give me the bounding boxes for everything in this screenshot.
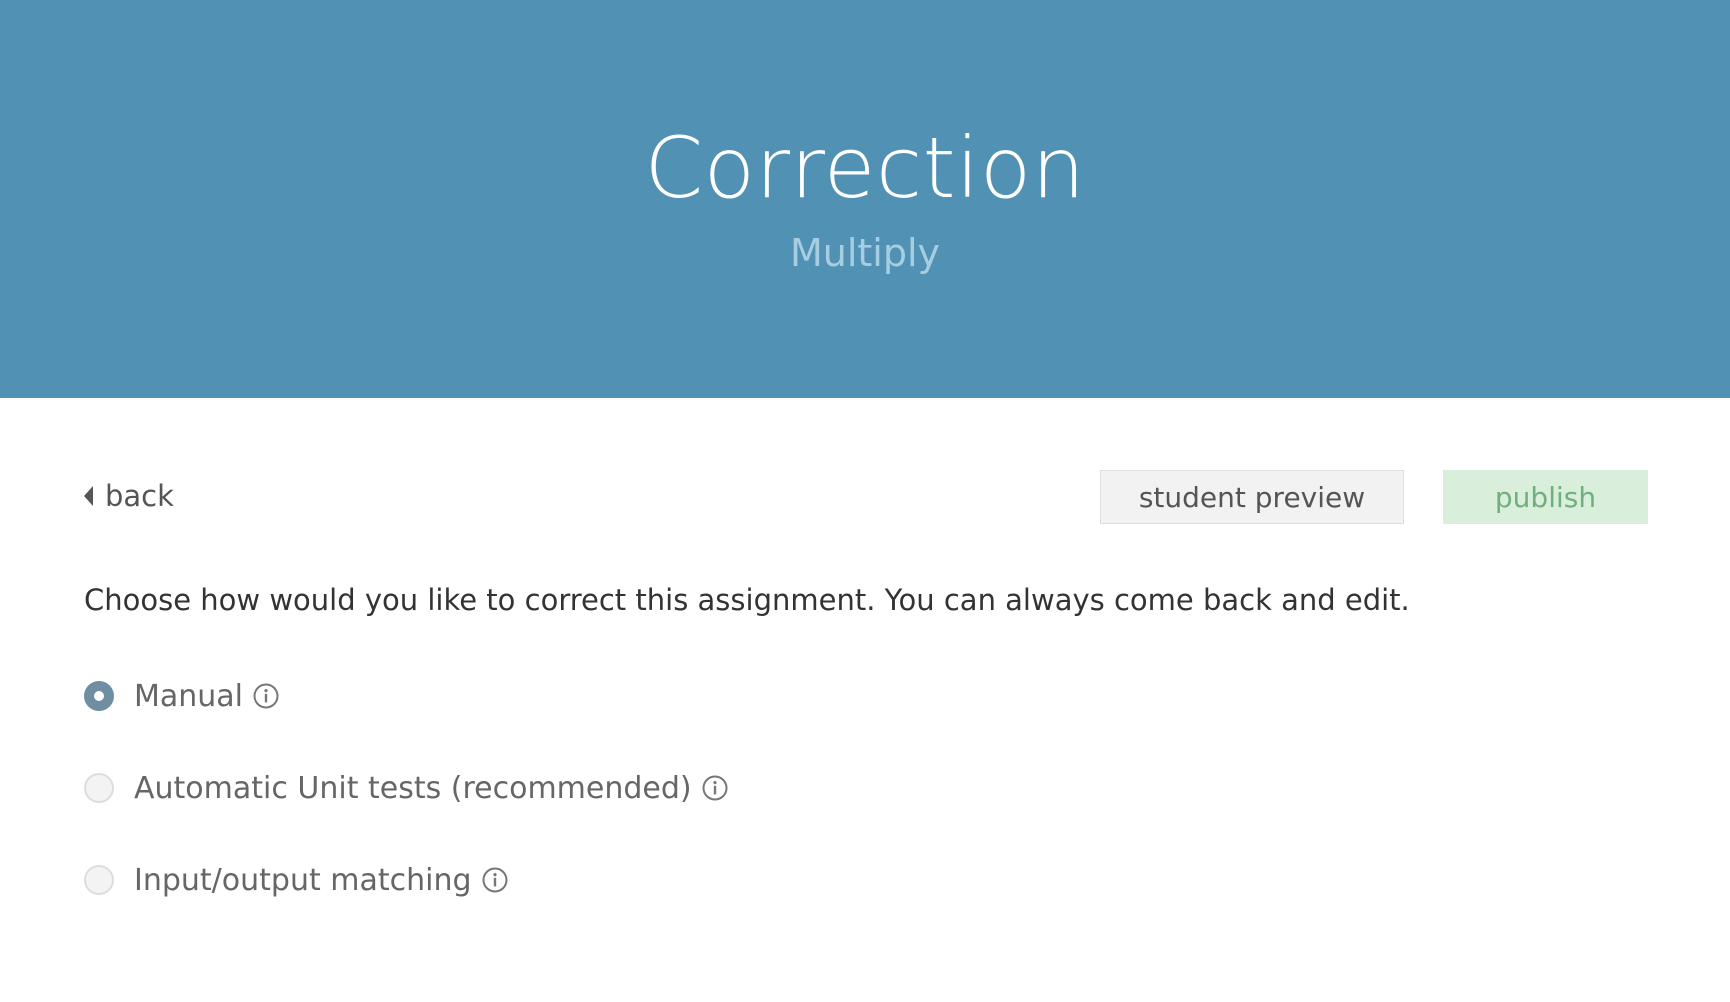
option-label: Manual [134,678,244,714]
radio-manual[interactable] [84,681,114,711]
radio-unit-tests[interactable] [84,773,114,803]
option-label: Automatic Unit tests (recommended) [134,770,692,806]
publish-button[interactable]: publish [1443,470,1648,524]
option-io-matching[interactable]: Input/output matching [84,860,508,900]
info-icon[interactable] [702,775,728,801]
caret-left-icon [84,486,93,506]
back-label: back [105,479,174,513]
info-icon[interactable] [253,683,279,709]
option-unit-tests[interactable]: Automatic Unit tests (recommended) [84,768,728,808]
instructions-text: Choose how would you like to correct thi… [84,583,1410,617]
student-preview-button[interactable]: student preview [1100,470,1404,524]
option-manual[interactable]: Manual [84,676,279,716]
assignment-name: Multiply [789,231,941,275]
radio-io-matching[interactable] [84,865,114,895]
page-header: Correction Multiply [0,0,1730,398]
page-title: Correction [644,119,1086,217]
back-link[interactable]: back [84,476,174,516]
option-label: Input/output matching [134,862,472,898]
info-icon[interactable] [482,867,508,893]
